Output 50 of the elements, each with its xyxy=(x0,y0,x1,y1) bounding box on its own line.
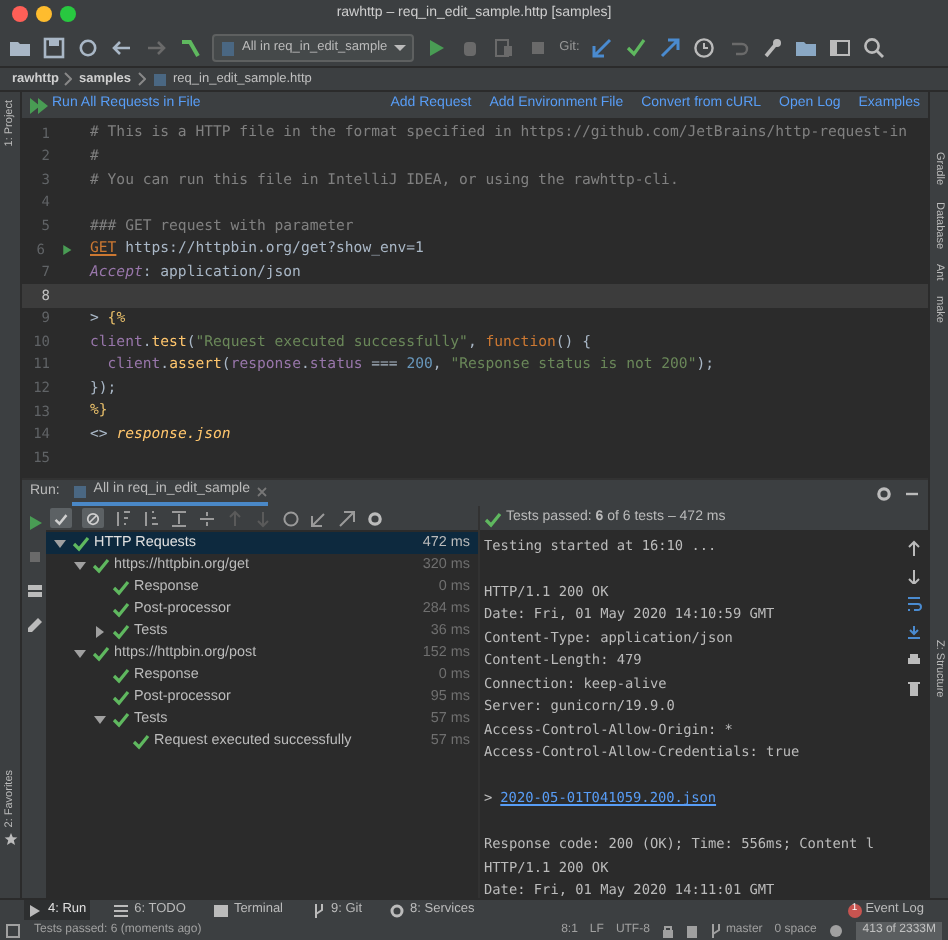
folder-icon[interactable] xyxy=(793,36,818,60)
panel-toggle-icon[interactable] xyxy=(6,923,20,937)
close-window-button[interactable] xyxy=(12,6,28,22)
export-icon[interactable] xyxy=(338,509,356,527)
file-icon xyxy=(71,483,88,499)
rerun-icon[interactable] xyxy=(25,514,43,532)
check-icon[interactable] xyxy=(623,36,648,60)
back-arrow-icon[interactable] xyxy=(110,36,134,60)
scroll-to-end-icon[interactable] xyxy=(906,624,922,640)
run-gutter-icon[interactable] xyxy=(60,241,74,258)
down-arrow-icon[interactable] xyxy=(906,568,922,584)
save-icon[interactable] xyxy=(42,36,66,60)
import-icon[interactable] xyxy=(310,509,328,527)
window-icon[interactable] xyxy=(827,36,852,60)
star-icon xyxy=(3,832,17,846)
push-arrow-icon[interactable] xyxy=(657,36,682,60)
soft-wrap-icon[interactable] xyxy=(906,596,922,612)
collapse-all-icon[interactable] xyxy=(198,509,216,527)
run-all-icon xyxy=(30,97,48,113)
expand-all-icon[interactable] xyxy=(170,509,188,527)
maximize-window-button[interactable] xyxy=(60,6,76,22)
clock-icon[interactable] xyxy=(691,36,716,60)
close-icon[interactable] xyxy=(256,485,269,497)
branch-icon xyxy=(311,903,325,917)
up-arrow-icon[interactable] xyxy=(906,540,922,556)
expanded-arrow-icon[interactable] xyxy=(54,537,66,549)
expanded-arrow-icon[interactable] xyxy=(74,647,86,659)
update-arrow-icon[interactable] xyxy=(589,36,614,60)
wrench-icon[interactable] xyxy=(759,36,784,60)
layout-icon[interactable] xyxy=(25,582,43,600)
check-icon xyxy=(484,509,502,527)
file-icon xyxy=(151,71,168,87)
collapsed-arrow-icon[interactable] xyxy=(94,625,106,637)
show-ignored-toggle[interactable] xyxy=(82,508,104,528)
caret-icon xyxy=(393,42,406,54)
sort-by-duration-icon[interactable] xyxy=(142,509,160,527)
search-icon[interactable] xyxy=(861,36,886,60)
chevron-icon xyxy=(64,72,73,86)
trash-icon[interactable] xyxy=(906,680,922,696)
expanded-arrow-icon[interactable] xyxy=(94,713,106,725)
list-icon xyxy=(114,903,129,917)
folder-icon[interactable] xyxy=(8,36,32,60)
lock-icon[interactable] xyxy=(661,923,674,937)
file-icon xyxy=(220,39,236,57)
show-passed-toggle[interactable] xyxy=(50,508,72,528)
sort-icon[interactable] xyxy=(114,509,132,527)
minimize-window-button[interactable] xyxy=(36,6,52,22)
expanded-arrow-icon[interactable] xyxy=(74,559,86,571)
chevron-icon xyxy=(137,72,146,86)
branch-icon xyxy=(709,923,722,937)
